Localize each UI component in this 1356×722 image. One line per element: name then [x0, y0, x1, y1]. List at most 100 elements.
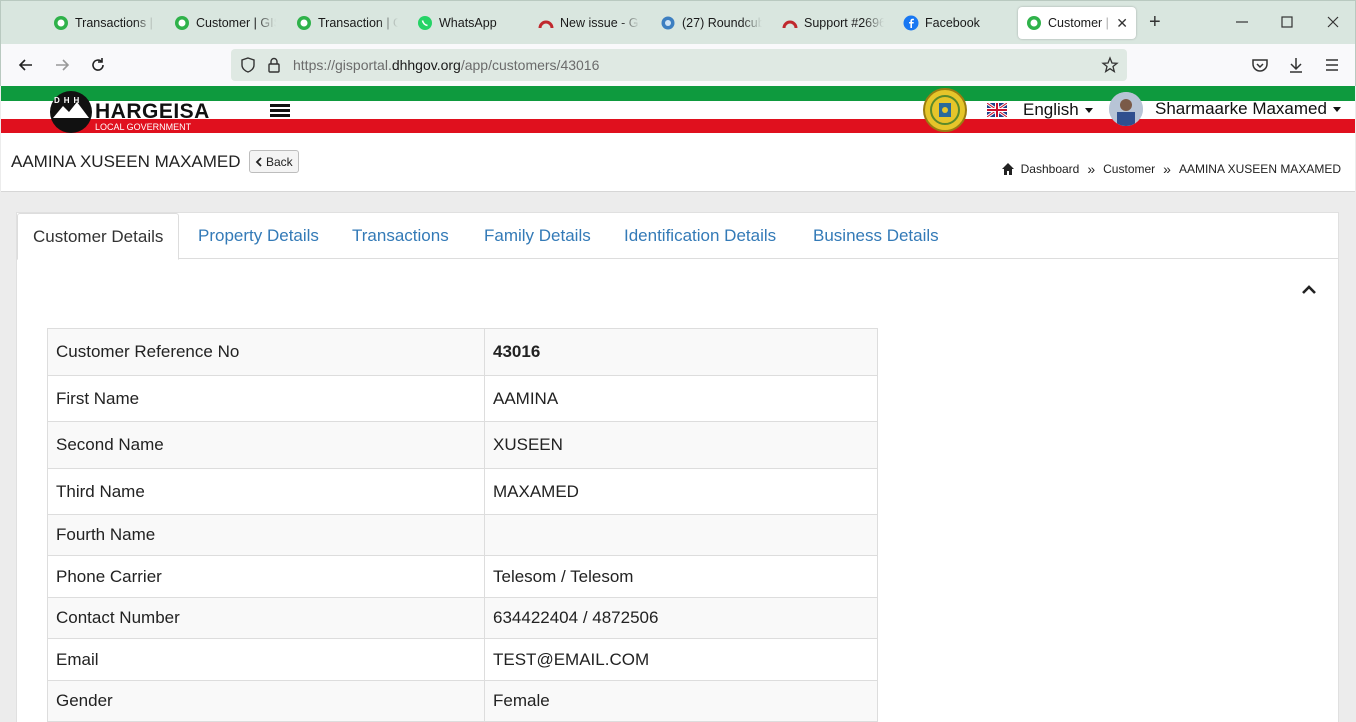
breadcrumb-dashboard[interactable]: Dashboard [1021, 162, 1080, 176]
detail-value: 634422404 / 4872506 [484, 597, 878, 639]
chevron-down-icon [1084, 107, 1093, 113]
browser-tab[interactable]: WhatsApp [417, 7, 527, 39]
back-arrow-icon[interactable] [16, 55, 36, 75]
gis-app-icon [54, 16, 68, 30]
browser-tab[interactable]: Transaction | G [296, 7, 398, 39]
table-row: Fourth Name [47, 514, 878, 556]
chevron-left-icon [255, 156, 262, 167]
home-icon [1001, 163, 1014, 175]
reload-icon[interactable] [88, 55, 108, 75]
table-row: Customer Reference No 43016 [47, 328, 878, 376]
gis-app-icon [175, 16, 189, 30]
detail-label: Contact Number [47, 597, 485, 639]
table-row: Gender Female [47, 680, 878, 722]
logo-title: HARGEISA [95, 100, 210, 123]
detail-value: Telesom / Telesom [484, 555, 878, 598]
detail-label: Phone Carrier [47, 555, 485, 598]
address-bar[interactable]: https://gisportal.dhhgov.org/app/custome… [231, 49, 1127, 81]
minimize-icon[interactable] [1233, 13, 1251, 31]
language-dropdown[interactable]: English [987, 100, 1093, 120]
detail-value: XUSEEN [484, 421, 878, 469]
detail-value: Female [484, 680, 878, 722]
close-tab-icon[interactable]: ✕ [1116, 15, 1128, 32]
table-row: Contact Number 634422404 / 4872506 [47, 597, 878, 639]
detail-tabs: Customer Details Property Details Transa… [17, 213, 1338, 260]
table-row: Email TEST@EMAIL.COM [47, 638, 878, 681]
tab-business-details[interactable]: Business Details [813, 213, 939, 259]
tab-property-details[interactable]: Property Details [198, 213, 319, 259]
maximize-icon[interactable] [1278, 13, 1296, 31]
url-text[interactable]: https://gisportal.dhhgov.org/app/custome… [293, 57, 599, 73]
detail-label: Email [47, 638, 485, 681]
pocket-icon[interactable] [1250, 55, 1270, 75]
breadcrumb-separator: » [1163, 161, 1171, 177]
tab-identification-details[interactable]: Identification Details [624, 213, 776, 259]
redmine-icon [538, 20, 554, 29]
shield-icon[interactable] [239, 56, 257, 74]
breadcrumb-current: AAMINA XUSEEN MAXAMED [1178, 162, 1341, 176]
detail-label: Fourth Name [47, 514, 485, 556]
forward-arrow-icon[interactable] [52, 55, 72, 75]
logo-letters: DHH [54, 96, 84, 105]
detail-label: Customer Reference No [47, 328, 485, 376]
browser-tab-label: Transaction | G [318, 16, 398, 30]
tab-transactions[interactable]: Transactions [352, 213, 449, 259]
browser-tab-label: Customer | G [1048, 16, 1112, 30]
close-window-icon[interactable] [1324, 13, 1342, 31]
browser-tab-label: Support #2696 [804, 16, 884, 30]
customer-details-table: Customer Reference No 43016 First Name A… [47, 328, 878, 722]
back-button-label: Back [266, 154, 293, 169]
site-header: DHH HARGEISA LOCAL GOVERNMENT English Sh… [1, 86, 1355, 135]
browser-tab-strip: Transactions | G Customer | GIS Transact… [0, 0, 1356, 44]
detail-label: Third Name [47, 468, 485, 515]
browser-tab-active[interactable]: Customer | G ✕ [1018, 7, 1136, 39]
tab-family-details[interactable]: Family Details [484, 213, 591, 259]
language-label: English [1023, 100, 1079, 119]
sidebar-toggle-button[interactable] [270, 104, 290, 118]
menu-icon[interactable] [1322, 55, 1342, 75]
detail-value: MAXAMED [484, 468, 878, 515]
back-button[interactable]: Back [249, 150, 299, 173]
browser-tab[interactable]: New issue - GIS [538, 7, 640, 39]
breadcrumb: Dashboard » Customer » AAMINA XUSEEN MAX… [1001, 161, 1341, 177]
detail-value: 43016 [484, 328, 878, 376]
browser-tab-label: WhatsApp [439, 16, 497, 30]
emblem-icon [923, 88, 967, 132]
redmine-icon [782, 20, 798, 29]
bookmark-star-icon[interactable] [1101, 56, 1119, 74]
site-logo[interactable]: DHH HARGEISA LOCAL GOVERNMENT [49, 90, 210, 133]
browser-tab[interactable]: Customer | GIS [174, 7, 276, 39]
user-name: Sharmaarke Maxamed [1155, 99, 1327, 118]
detail-label: Gender [47, 680, 485, 722]
gis-app-icon [1027, 16, 1041, 30]
browser-tab-label: New issue - GIS [560, 16, 640, 30]
browser-tab[interactable]: (27) Roundcub [660, 7, 762, 39]
page-title: AAMINA XUSEEN MAXAMED [11, 152, 241, 171]
detail-value [484, 514, 878, 556]
chevron-down-icon [1332, 106, 1341, 112]
browser-tab-label: Facebook [925, 16, 980, 30]
breadcrumb-separator: » [1087, 161, 1096, 177]
table-row: Phone Carrier Telesom / Telesom [47, 555, 878, 598]
lock-icon[interactable] [265, 56, 283, 74]
browser-tab[interactable]: Support #2696 [782, 7, 884, 39]
browser-tab[interactable]: Transactions | G [53, 7, 155, 39]
whatsapp-icon [418, 16, 432, 30]
browser-tab-label: Transactions | G [75, 16, 155, 30]
detail-value: AAMINA [484, 375, 878, 422]
new-tab-button[interactable]: + [1149, 11, 1161, 34]
browser-tab-label: Customer | GIS [196, 16, 276, 30]
chevron-up-icon[interactable] [1302, 285, 1316, 295]
detail-label: First Name [47, 375, 485, 422]
browser-tab[interactable]: Facebook [903, 7, 1013, 39]
breadcrumb-customer[interactable]: Customer [1103, 162, 1155, 176]
logo-subtitle: LOCAL GOVERNMENT [95, 122, 192, 132]
download-icon[interactable] [1286, 55, 1306, 75]
page-header: AAMINA XUSEEN MAXAMED Back Dashboard » C… [1, 135, 1355, 192]
gis-app-icon [297, 16, 311, 30]
roundcube-icon [661, 16, 675, 30]
uk-flag-icon [987, 103, 1007, 117]
tab-customer-details[interactable]: Customer Details [17, 213, 180, 260]
user-menu[interactable]: Sharmaarke Maxamed [1109, 92, 1341, 126]
table-row: First Name AAMINA [47, 375, 878, 422]
